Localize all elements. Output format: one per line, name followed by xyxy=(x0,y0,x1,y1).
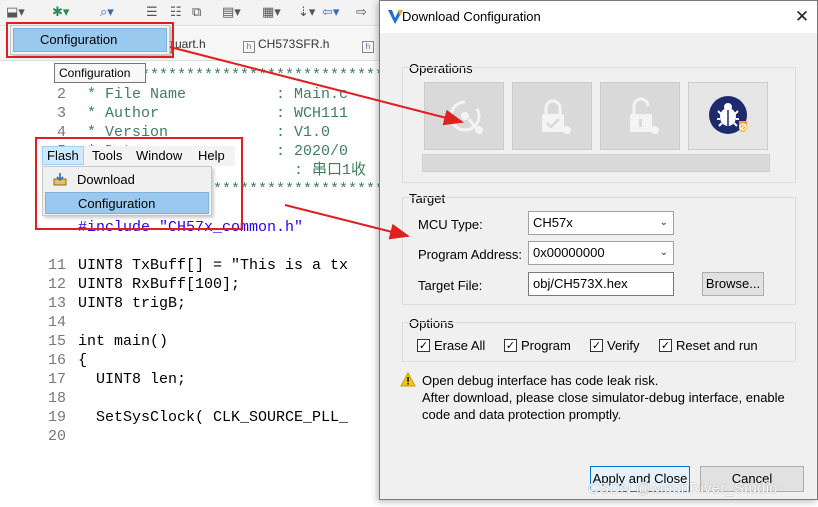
doc-toolbar-icon[interactable]: ▦▾ xyxy=(262,5,281,21)
line-number: 20 xyxy=(48,428,67,445)
line-number: 17 xyxy=(48,371,67,388)
close-icon[interactable]: ✕ xyxy=(790,5,814,29)
line-number: 15 xyxy=(48,333,67,350)
code-text: UINT8 len; xyxy=(78,371,187,388)
download-configuration-dialog: Download Configuration ✕ Operations Targ… xyxy=(379,0,818,500)
code-line: 14 xyxy=(0,313,380,332)
dialog-title: Download Configuration xyxy=(402,9,541,24)
line-number: 14 xyxy=(48,314,67,331)
code-editor[interactable]: /***************************************… xyxy=(0,62,380,507)
progress-bar xyxy=(422,154,770,172)
line-number: 13 xyxy=(48,295,67,312)
browse-button[interactable]: Browse... xyxy=(702,272,764,296)
chevron-down-icon: ⌄ xyxy=(659,217,668,228)
code-text: * Author : WCH111 xyxy=(78,105,349,122)
line-number: 2 xyxy=(56,86,66,103)
lock-chip-icon xyxy=(542,99,571,134)
next-annotation-icon[interactable]: ⇣▾ xyxy=(298,5,315,21)
code-text: UINT8 RxBuff[100]; xyxy=(78,276,241,293)
highlight-box-configuration xyxy=(6,22,174,58)
code-line: 12 UINT8 RxBuff[100]; xyxy=(0,275,380,294)
code-text: { xyxy=(78,352,88,369)
mcu-type-label: MCU Type: xyxy=(418,217,483,232)
code-line: 16 { xyxy=(0,351,380,370)
watermark-text: CSDN @MounRiver_Studio xyxy=(588,480,778,497)
code-line: 17 UINT8 len; xyxy=(0,370,380,389)
code-line: 2 * File Name : Main.c xyxy=(0,85,380,104)
erase-all-checkbox[interactable]: ✓ Erase All xyxy=(417,338,485,354)
code-line: 20 xyxy=(0,427,380,446)
warning-line-2: After download, please close simulator-d… xyxy=(422,390,785,405)
unlock-chip-icon xyxy=(630,97,659,134)
program-checkbox[interactable]: ✓ Program xyxy=(504,338,571,354)
line-number: 19 xyxy=(48,409,67,426)
warning-icon xyxy=(400,372,416,387)
warning-line-3: code and data protection promptly. xyxy=(422,407,622,422)
code-line: 3 * Author : WCH111 xyxy=(0,104,380,123)
warning-line-1: Open debug interface has code leak risk. xyxy=(422,373,659,388)
format-toolbar-icon[interactable]: ⧉ xyxy=(192,5,201,21)
download-toolbar-icon[interactable]: ⬓▾ xyxy=(6,5,25,21)
code-text: UINT8 trigB; xyxy=(78,295,187,312)
search-toolbar-icon[interactable]: ⌕▾ xyxy=(100,5,114,21)
indent-toolbar-icon[interactable]: ☰ xyxy=(146,5,158,21)
unlock-chip-button[interactable] xyxy=(600,82,680,150)
lock-chip-button[interactable] xyxy=(512,82,592,150)
program-address-select[interactable]: 0x00000000 ⌄ xyxy=(528,241,674,265)
back-arrow-icon[interactable]: ⇦▾ xyxy=(322,5,339,21)
checkbox-checked-icon: ✓ xyxy=(417,339,430,352)
code-line: 13 UINT8 trigB; xyxy=(0,294,380,313)
erase-chip-button[interactable] xyxy=(424,82,504,150)
line-number: 18 xyxy=(48,390,67,407)
mcu-type-select[interactable]: CH57x ⌄ xyxy=(528,211,674,235)
code-text: int main() xyxy=(78,333,169,350)
list-toolbar-icon[interactable]: ▤▾ xyxy=(222,5,241,21)
code-text: UINT8 TxBuff[] = "This is a tx xyxy=(78,257,349,274)
program-address-label: Program Address: xyxy=(418,247,523,262)
code-line: 15 int main() xyxy=(0,332,380,351)
line-number: 12 xyxy=(48,276,67,293)
header-file-icon: h xyxy=(362,41,374,53)
dialog-titlebar: Download Configuration ✕ xyxy=(380,1,817,33)
verify-checkbox[interactable]: ✓ Verify xyxy=(590,338,640,354)
reset-and-run-checkbox[interactable]: ✓ Reset and run xyxy=(659,338,758,354)
erase-chip-icon xyxy=(449,99,483,134)
debug-protect-icon xyxy=(709,96,747,134)
code-line: 18 xyxy=(0,389,380,408)
line-number: 16 xyxy=(48,352,67,369)
checkbox-checked-icon: ✓ xyxy=(590,339,603,352)
code-text: SetSysClock( CLK_SOURCE_PLL_ xyxy=(78,409,349,426)
forward-arrow-icon[interactable]: ⇨ xyxy=(356,5,367,21)
code-line: 11 UINT8 TxBuff[] = "This is a tx xyxy=(0,256,380,275)
bug-toolbar-icon[interactable]: ✱▾ xyxy=(52,5,69,21)
header-file-icon: h xyxy=(243,41,255,53)
code-line: 19 SetSysClock( CLK_SOURCE_PLL_ xyxy=(0,408,380,427)
chevron-down-icon: ⌄ xyxy=(659,247,668,258)
highlight-box-flash-menu xyxy=(35,137,243,230)
target-file-field[interactable]: obj/CH573X.hex xyxy=(528,272,674,296)
tab-more[interactable]: h xyxy=(362,37,377,53)
line-number: 11 xyxy=(48,257,67,274)
outdent-toolbar-icon[interactable]: ☷ xyxy=(170,5,182,21)
tab-ch573sfr-h[interactable]: h CH573SFR.h xyxy=(243,37,329,53)
code-text: * File Name : Main.c xyxy=(78,86,349,103)
checkbox-checked-icon: ✓ xyxy=(659,339,672,352)
configuration-tooltip: Configuration xyxy=(54,63,146,83)
target-file-label: Target File: xyxy=(418,278,483,293)
debug-protect-button[interactable] xyxy=(688,82,768,150)
line-number: 3 xyxy=(56,105,66,122)
checkbox-checked-icon: ✓ xyxy=(504,339,517,352)
